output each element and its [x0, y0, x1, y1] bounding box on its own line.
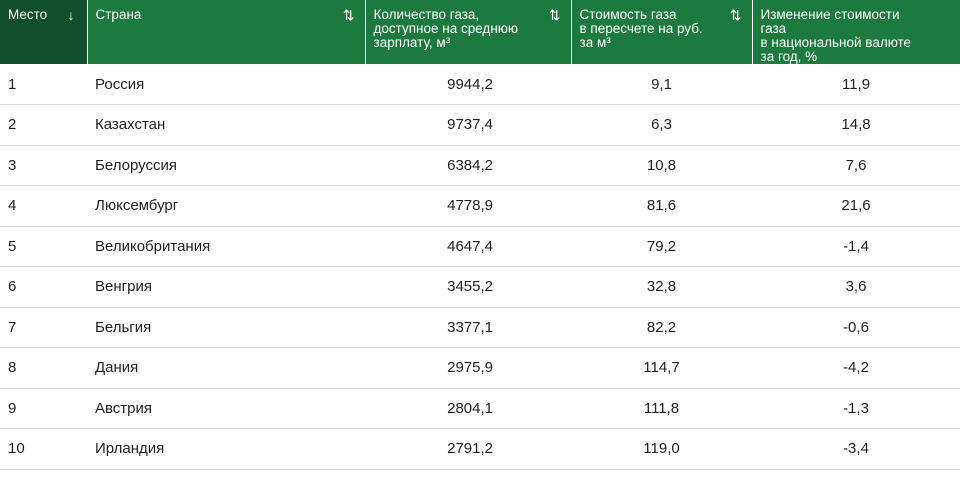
cell-gas-amount: 9944,2 — [365, 64, 571, 105]
cell-gas-amount: 6384,2 — [365, 145, 571, 186]
cell-cost-change: -1,3 — [752, 388, 960, 429]
cell-country: Великобритания — [87, 226, 365, 267]
cell-country: Австрия — [87, 388, 365, 429]
cell-cost-change: 14,8 — [752, 104, 960, 146]
column-header-label: Стоимость газа в пересчете на руб. за м³ — [579, 7, 703, 50]
cell-country: Ирландия — [87, 428, 365, 470]
table-row: 6 Венгрия 3455,2 32,8 3,6 — [0, 266, 960, 308]
cell-gas-cost: 32,8 — [571, 266, 752, 308]
cell-rank: 1 — [0, 64, 87, 105]
column-header-label: Страна — [95, 7, 142, 22]
column-header-label: Количество газа, доступное на среднюю за… — [373, 7, 519, 50]
cell-cost-change: -1,4 — [752, 226, 960, 267]
arrow-down-icon[interactable]: ↓ — [68, 8, 75, 22]
cell-country: Венгрия — [87, 266, 365, 308]
cell-rank: 8 — [0, 347, 87, 389]
cell-country: Дания — [87, 347, 365, 389]
table-header: Место ↓ Страна ⇅ Количество газа, доступ… — [0, 0, 960, 64]
header-row: Место ↓ Страна ⇅ Количество газа, доступ… — [0, 0, 960, 64]
table-row: 3 Белоруссия 6384,2 10,8 7,6 — [0, 145, 960, 186]
cell-gas-amount: 4647,4 — [365, 226, 571, 267]
cell-gas-amount: 4778,9 — [365, 185, 571, 227]
cell-cost-change: -0,6 — [752, 307, 960, 348]
cell-gas-cost: 6,3 — [571, 104, 752, 146]
table-row: 1 Россия 9944,2 9,1 11,9 — [0, 64, 960, 105]
table-row: 5 Великобритания 4647,4 79,2 -1,4 — [0, 226, 960, 267]
cell-country: Бельгия — [87, 307, 365, 348]
cell-gas-amount: 9737,4 — [365, 104, 571, 146]
cell-country: Белоруссия — [87, 145, 365, 186]
cell-rank: 10 — [0, 428, 87, 470]
cell-gas-cost: 9,1 — [571, 64, 752, 105]
cell-cost-change: 21,6 — [752, 185, 960, 227]
cell-gas-amount: 3377,1 — [365, 307, 571, 348]
cell-gas-amount: 2804,1 — [365, 388, 571, 429]
column-header-gas-amount[interactable]: Количество газа, доступное на среднюю за… — [365, 0, 572, 64]
table-row: 9 Австрия 2804,1 111,8 -1,3 — [0, 388, 960, 429]
cell-cost-change: -3,4 — [752, 428, 960, 470]
table-body: 1 Россия 9944,2 9,1 11,9 2 Казахстан 9737,4 6,3 1… — [0, 64, 960, 470]
cell-cost-change: 7,6 — [752, 145, 960, 186]
column-header-rank[interactable]: Место ↓ — [0, 0, 88, 64]
cell-rank: 5 — [0, 226, 87, 267]
cell-rank: 3 — [0, 145, 87, 186]
cell-gas-cost: 111,8 — [571, 388, 752, 429]
cell-gas-amount: 2791,2 — [365, 428, 571, 470]
cell-gas-cost: 114,7 — [571, 347, 752, 389]
table-row: 10 Ирландия 2791,2 119,0 -3,4 — [0, 428, 960, 470]
cell-country: Казахстан — [87, 104, 365, 146]
cell-rank: 7 — [0, 307, 87, 348]
cell-gas-cost: 119,0 — [571, 428, 752, 470]
gas-ranking-table: Место ↓ Страна ⇅ Количество газа, доступ… — [0, 0, 960, 470]
cell-gas-cost: 10,8 — [571, 145, 752, 186]
column-header-gas-cost[interactable]: Стоимость газа в пересчете на руб. за м³… — [571, 0, 753, 64]
cell-cost-change: -4,2 — [752, 347, 960, 389]
cell-country: Россия — [87, 64, 365, 105]
cell-gas-cost: 81,6 — [571, 185, 752, 227]
column-header-cost-change[interactable]: Изменение стоимости газа в национальной … — [752, 0, 960, 64]
cell-gas-cost: 82,2 — [571, 307, 752, 348]
cell-rank: 6 — [0, 266, 87, 308]
cell-cost-change: 11,9 — [752, 64, 960, 105]
cell-country: Люксембург — [87, 185, 365, 227]
sort-arrows-icon[interactable]: ⇅ — [343, 8, 355, 22]
sort-arrows-icon[interactable]: ⇅ — [549, 8, 561, 22]
cell-gas-amount: 2975,9 — [365, 347, 571, 389]
cell-rank: 9 — [0, 388, 87, 429]
cell-rank: 4 — [0, 185, 87, 227]
table-row: 7 Бельгия 3377,1 82,2 -0,6 — [0, 307, 960, 348]
cell-gas-cost: 79,2 — [571, 226, 752, 267]
column-header-country[interactable]: Страна ⇅ — [87, 0, 366, 64]
cell-cost-change: 3,6 — [752, 266, 960, 308]
cell-rank: 2 — [0, 104, 87, 146]
table-row: 2 Казахстан 9737,4 6,3 14,8 — [0, 104, 960, 146]
cell-gas-amount: 3455,2 — [365, 266, 571, 308]
sort-arrows-icon[interactable]: ⇅ — [730, 8, 742, 22]
column-header-label: Изменение стоимости газа в национальной … — [760, 7, 912, 64]
table-row: 8 Дания 2975,9 114,7 -4,2 — [0, 347, 960, 389]
table-row: 4 Люксембург 4778,9 81,6 21,6 — [0, 185, 960, 227]
